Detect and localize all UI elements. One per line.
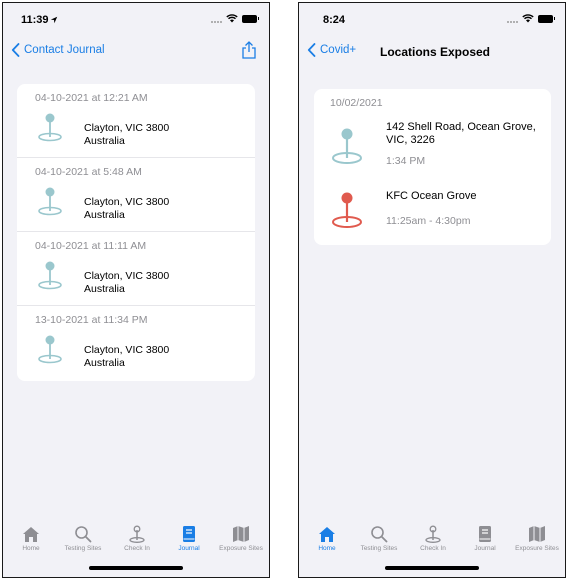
tab-home[interactable]: Home — [4, 525, 58, 552]
journal-entry[interactable]: 04-10-2021 at 5:48 AM Clayton, VIC 3800 … — [17, 158, 255, 232]
contact-journal-screen: 11:39 Contact Journal 04-10-2021 at 12:2… — [2, 2, 270, 578]
home-indicator[interactable] — [385, 566, 479, 570]
journal-card: 04-10-2021 at 12:21 AM Clayton, VIC 3800… — [17, 84, 255, 381]
location-pin-icon — [38, 187, 62, 216]
entry-address: Clayton, VIC 3800 Australia — [84, 196, 169, 222]
home-icon — [319, 527, 335, 542]
tab-label: Check In — [420, 545, 446, 552]
tab-label: Testing Sites — [360, 545, 398, 552]
location-time: 1:34 PM — [386, 155, 426, 167]
tab-bar: Home Testing Sites Check In Journal Expo… — [3, 519, 269, 577]
tab-check-in[interactable]: Check In — [406, 525, 460, 552]
tab-label: Exposure Sites — [219, 545, 263, 552]
status-bar: 11:39 — [3, 3, 269, 37]
tab-exposure-sites[interactable]: Exposure Sites — [214, 525, 268, 552]
tab-testing-sites[interactable]: Testing Sites — [352, 525, 406, 552]
journal-entry[interactable]: 04-10-2021 at 11:11 AM Clayton, VIC 3800… — [17, 232, 255, 306]
card-date: 10/02/2021 — [330, 97, 383, 109]
cellular-signal-icon — [507, 15, 518, 23]
address-line-2: Australia — [84, 283, 125, 295]
page-title: Locations Exposed — [379, 45, 491, 59]
search-icon — [371, 526, 388, 543]
locations-exposed-screen: 8:24 Covid+ Locations Exposed 10/02/2021… — [298, 2, 566, 578]
entry-address: Clayton, VIC 3800 Australia — [84, 122, 169, 148]
status-bar: 8:24 — [299, 3, 565, 37]
exposure-card: 10/02/2021 142 Shell Road, Ocean Grove, … — [314, 89, 551, 245]
location-pin-icon — [38, 261, 62, 290]
address-line-2: Australia — [84, 209, 125, 221]
cellular-signal-icon — [211, 15, 222, 23]
check-in-pin-icon — [129, 525, 145, 543]
entry-address: Clayton, VIC 3800 Australia — [84, 270, 169, 296]
journal-entry[interactable]: 13-10-2021 at 11:34 PM Clayton, VIC 3800… — [17, 306, 255, 380]
entry-date: 04-10-2021 at 12:21 AM — [35, 92, 148, 104]
nav-bar: Covid+ Locations Exposed — [299, 37, 565, 67]
address-line-1: Clayton, VIC 3800 — [84, 196, 170, 208]
map-icon — [233, 526, 249, 542]
wifi-icon — [226, 14, 238, 23]
tab-testing-sites[interactable]: Testing Sites — [56, 525, 110, 552]
tab-check-in[interactable]: Check In — [110, 525, 164, 552]
battery-icon — [538, 14, 555, 23]
journal-entry[interactable]: 04-10-2021 at 12:21 AM Clayton, VIC 3800… — [17, 84, 255, 158]
status-time: 8:24 — [323, 14, 346, 26]
location-pin-icon — [38, 113, 62, 142]
tab-journal[interactable]: Journal — [458, 525, 512, 552]
tab-label: Home — [318, 545, 336, 552]
back-button[interactable]: Contact Journal — [11, 43, 105, 57]
location-name: KFC Ocean Grove — [386, 190, 477, 202]
location-pin-icon — [332, 128, 362, 164]
back-label: Contact Journal — [24, 44, 105, 56]
home-icon — [23, 527, 39, 542]
entry-date: 04-10-2021 at 5:48 AM — [35, 166, 142, 178]
address-line-1: Clayton, VIC 3800 — [84, 344, 170, 356]
map-icon — [529, 526, 545, 542]
location-name: 142 Shell Road, Ocean Grove, VIC, 3226 — [386, 121, 536, 146]
location-pin-icon — [332, 192, 362, 228]
search-icon — [75, 526, 92, 543]
journal-book-icon — [183, 526, 195, 542]
entry-date: 13-10-2021 at 11:34 PM — [35, 314, 148, 326]
tab-journal[interactable]: Journal — [162, 525, 216, 552]
home-indicator[interactable] — [89, 566, 183, 570]
wifi-icon — [522, 14, 534, 23]
battery-icon — [242, 14, 259, 23]
entry-date: 04-10-2021 at 11:11 AM — [35, 240, 147, 252]
tab-label: Journal — [474, 545, 496, 552]
nav-bar: Contact Journal — [3, 37, 269, 67]
address-line-1: Clayton, VIC 3800 — [84, 122, 170, 134]
location-time: 11:25am - 4:30pm — [386, 215, 471, 227]
exposure-location[interactable]: 142 Shell Road, Ocean Grove, VIC, 3226 1… — [314, 121, 551, 191]
status-time: 11:39 — [21, 14, 49, 26]
location-pin-icon — [38, 335, 62, 364]
tab-label: Journal — [178, 545, 200, 552]
journal-book-icon — [479, 526, 491, 542]
tab-exposure-sites[interactable]: Exposure Sites — [510, 525, 564, 552]
chevron-left-icon — [11, 43, 20, 57]
share-icon[interactable] — [241, 41, 257, 59]
tab-bar: Home Testing Sites Check In Journal Expo… — [299, 519, 565, 577]
address-line-2: Australia — [84, 357, 125, 369]
tab-label: Testing Sites — [64, 545, 102, 552]
tab-label: Home — [22, 545, 40, 552]
tab-label: Exposure Sites — [515, 545, 559, 552]
tab-home[interactable]: Home — [300, 525, 354, 552]
address-line-2: Australia — [84, 135, 125, 147]
address-line-1: Clayton, VIC 3800 — [84, 270, 170, 282]
check-in-pin-icon — [425, 525, 441, 543]
entry-address: Clayton, VIC 3800 Australia — [84, 344, 169, 370]
exposure-location[interactable]: KFC Ocean Grove 11:25am - 4:30pm — [314, 185, 551, 255]
tab-label: Check In — [124, 545, 150, 552]
location-arrow-icon — [50, 16, 58, 24]
